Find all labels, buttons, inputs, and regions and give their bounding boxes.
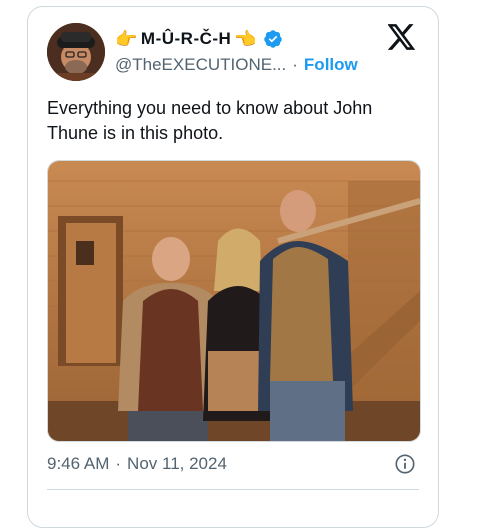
- meta-separator: ·: [115, 454, 122, 473]
- display-name-row[interactable]: 👉 M-Û-R-Č-H 👈: [115, 26, 283, 52]
- verified-badge-icon: [264, 30, 283, 48]
- tweet-date[interactable]: Nov 11, 2024: [127, 454, 227, 474]
- photo-image: [48, 161, 420, 441]
- follow-button[interactable]: Follow: [304, 55, 358, 75]
- user-handle[interactable]: @TheEXECUTIONE...: [115, 55, 286, 75]
- tweet-time[interactable]: 9:46 AM: [47, 454, 109, 474]
- pointing-right-emoji: 👉: [115, 29, 138, 49]
- tweet-photo[interactable]: [47, 160, 421, 442]
- avatar[interactable]: [47, 23, 105, 81]
- info-icon[interactable]: [394, 453, 416, 475]
- avatar-image: [47, 23, 105, 81]
- x-logo-icon[interactable]: [388, 24, 416, 50]
- display-name[interactable]: M-Û-R-Č-H: [141, 29, 231, 49]
- separator-dot: ·: [292, 55, 298, 74]
- handle-row: @TheEXECUTIONE... · Follow: [115, 54, 358, 76]
- tweet-text: Everything you need to know about John T…: [47, 98, 373, 143]
- divider: [47, 489, 419, 490]
- timestamp-row[interactable]: 9:46 AM · Nov 11, 2024: [47, 452, 227, 476]
- pointing-left-emoji: 👈: [234, 29, 258, 49]
